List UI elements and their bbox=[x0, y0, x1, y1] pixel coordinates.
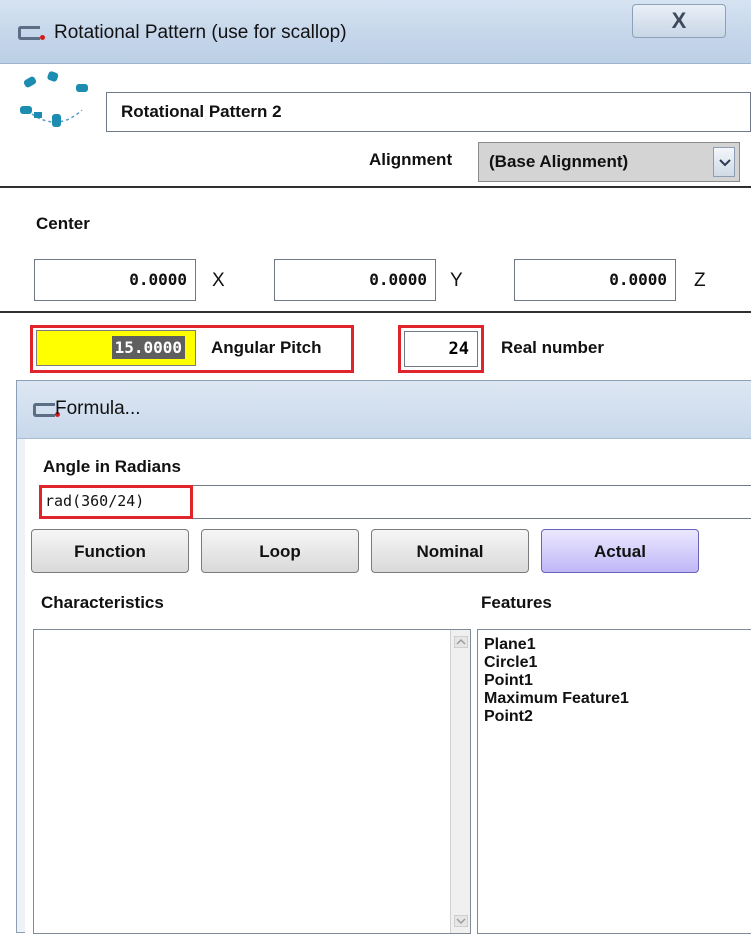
nominal-button[interactable]: Nominal bbox=[371, 529, 529, 573]
characteristics-label: Characteristics bbox=[41, 593, 164, 612]
center-label: Center bbox=[36, 214, 90, 233]
y-axis-label: Y bbox=[450, 270, 463, 291]
list-item[interactable]: Maximum Feature1 bbox=[484, 690, 629, 708]
alignment-dropdown-button[interactable] bbox=[713, 147, 735, 177]
scroll-down-icon[interactable] bbox=[454, 915, 468, 927]
divider bbox=[0, 186, 751, 188]
alignment-value: (Base Alignment) bbox=[489, 152, 629, 171]
formula-value: rad(360/24) bbox=[45, 492, 145, 510]
alignment-label: Alignment bbox=[369, 150, 453, 169]
scroll-up-icon[interactable] bbox=[454, 636, 468, 648]
characteristics-scrollbar[interactable] bbox=[450, 630, 470, 933]
rotational-pattern-panel: Rotational Pattern 2 Alignment (Base Ali… bbox=[0, 64, 751, 384]
count-label: Real number bbox=[501, 338, 604, 357]
list-item[interactable]: Point2 bbox=[484, 708, 533, 726]
list-item[interactable]: Point1 bbox=[484, 672, 533, 690]
loop-button[interactable]: Loop bbox=[201, 529, 359, 573]
x-axis-label: X bbox=[212, 270, 225, 291]
main-title-bar: Rotational Pattern (use for scallop) X bbox=[0, 0, 751, 64]
angle-in-radians-label: Angle in Radians bbox=[43, 457, 181, 476]
formula-content: Angle in Radians rad(360/24) Function Lo… bbox=[25, 439, 751, 934]
angular-pitch-value: 15.0000 bbox=[111, 336, 185, 359]
chevron-down-icon bbox=[719, 159, 731, 167]
formula-dialog: Formula... Angle in Radians rad(360/24) … bbox=[16, 380, 751, 934]
pattern-name-field[interactable]: Rotational Pattern 2 bbox=[106, 92, 751, 132]
pattern-name-value: Rotational Pattern 2 bbox=[121, 102, 282, 121]
center-x-field[interactable]: 0.0000 bbox=[34, 259, 196, 301]
list-item[interactable]: Plane1 bbox=[484, 636, 536, 654]
function-button[interactable]: Function bbox=[31, 529, 189, 573]
actual-button[interactable]: Actual bbox=[541, 529, 699, 573]
angular-pitch-field[interactable]: 15.0000 bbox=[36, 330, 196, 366]
close-button[interactable]: X bbox=[632, 4, 726, 38]
features-label: Features bbox=[481, 593, 552, 612]
app-icon bbox=[18, 26, 45, 40]
count-field[interactable]: 24 bbox=[404, 331, 478, 367]
window-title: Rotational Pattern (use for scallop) bbox=[54, 22, 347, 43]
z-axis-label: Z bbox=[694, 270, 706, 291]
alignment-select[interactable]: (Base Alignment) bbox=[478, 142, 740, 182]
formula-title: Formula... bbox=[55, 398, 141, 419]
features-list[interactable]: Plane1 Circle1 Point1 Maximum Feature1 P… bbox=[477, 629, 751, 934]
rotational-pattern-icon bbox=[20, 71, 88, 127]
center-z-field[interactable]: 0.0000 bbox=[514, 259, 676, 301]
formula-title-bar: Formula... bbox=[17, 381, 751, 439]
list-item[interactable]: Circle1 bbox=[484, 654, 537, 672]
app-icon bbox=[33, 403, 60, 417]
center-y-field[interactable]: 0.0000 bbox=[274, 259, 436, 301]
angular-pitch-label: Angular Pitch bbox=[211, 338, 322, 357]
characteristics-list[interactable] bbox=[33, 629, 471, 934]
divider bbox=[0, 311, 751, 313]
